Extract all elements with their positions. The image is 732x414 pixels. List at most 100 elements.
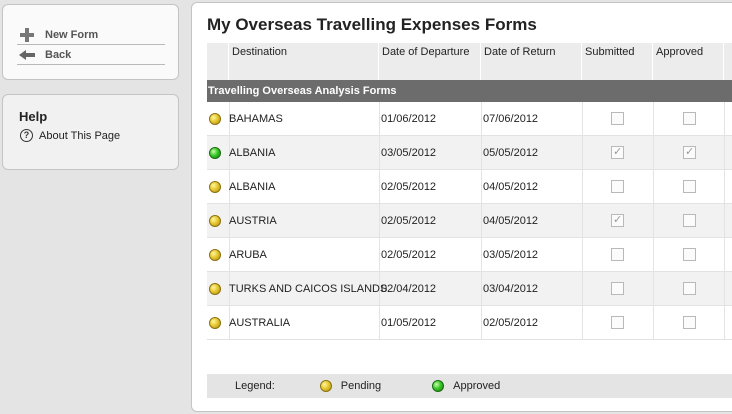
column-divider: [379, 204, 380, 238]
table-row[interactable]: BAHAMAS 01/06/2012 07/06/2012: [207, 102, 732, 136]
help-panel: Help ? About This Page: [2, 94, 179, 170]
about-this-page-label: About This Page: [39, 129, 121, 142]
approved-checkbox[interactable]: [683, 282, 696, 295]
legend-pending: Pending: [340, 380, 382, 392]
cell-departure: 01/05/2012: [381, 317, 437, 329]
column-divider: [724, 170, 725, 204]
cell-departure: 02/04/2012: [381, 283, 437, 295]
submitted-checkbox[interactable]: [611, 213, 624, 227]
approved-checkbox[interactable]: [683, 145, 696, 159]
header-approved[interactable]: Approved: [653, 43, 724, 80]
cell-destination[interactable]: TURKS AND CAICOS ISLANDS: [229, 272, 387, 306]
submitted-checkbox[interactable]: [611, 282, 624, 295]
question-icon: ?: [20, 129, 33, 142]
table-row[interactable]: ARUBA 02/05/2012 03/05/2012: [207, 238, 732, 272]
column-divider: [379, 102, 380, 136]
cell-return: 07/06/2012: [483, 113, 539, 125]
cell-destination[interactable]: BAHAMAS: [229, 102, 283, 136]
column-divider: [653, 238, 654, 272]
header-departure[interactable]: Date of Departure: [379, 43, 481, 80]
column-divider: [379, 170, 380, 204]
new-form-button[interactable]: New Form: [17, 26, 165, 45]
column-divider: [379, 238, 380, 272]
cell-departure: 03/05/2012: [381, 147, 437, 159]
group-header: Travelling Overseas Analysis Forms: [207, 80, 732, 102]
table-row[interactable]: AUSTRIA 02/05/2012 04/05/2012: [207, 204, 732, 238]
table-row[interactable]: AUSTRALIA 01/05/2012 02/05/2012: [207, 306, 732, 340]
column-divider: [582, 136, 583, 170]
submitted-checkbox[interactable]: [611, 112, 624, 125]
pending-dot-icon: [319, 380, 332, 392]
column-divider: [653, 102, 654, 136]
pending-status-icon: [209, 283, 221, 295]
column-divider: [582, 102, 583, 136]
cell-return: 03/05/2012: [483, 249, 539, 261]
cell-destination[interactable]: AUSTRALIA: [229, 306, 290, 340]
cell-destination[interactable]: ALBANIA: [229, 136, 275, 170]
column-divider: [481, 272, 482, 306]
column-divider: [653, 272, 654, 306]
column-divider: [724, 238, 725, 272]
back-label: Back: [45, 49, 72, 61]
column-divider: [724, 204, 725, 238]
cell-departure: 02/05/2012: [381, 181, 437, 193]
cell-destination[interactable]: AUSTRIA: [229, 204, 277, 238]
column-divider: [481, 170, 482, 204]
approved-checkbox[interactable]: [683, 248, 696, 261]
submitted-checkbox[interactable]: [611, 248, 624, 261]
table-header: Destination Date of Departure Date of Re…: [207, 43, 732, 80]
pending-status-icon: [209, 215, 221, 227]
column-divider: [481, 306, 482, 340]
submitted-checkbox[interactable]: [611, 180, 624, 193]
cell-departure: 01/06/2012: [381, 113, 437, 125]
back-button[interactable]: Back: [17, 46, 165, 65]
about-this-page-link[interactable]: ? About This Page: [20, 129, 120, 142]
legend-approved: Approved: [453, 380, 501, 392]
approved-dot-icon: [432, 380, 445, 392]
column-divider: [582, 170, 583, 204]
approved-status-icon: [209, 147, 221, 159]
legend: Legend: Pending Approved: [207, 374, 732, 398]
approved-checkbox[interactable]: [683, 316, 696, 329]
column-divider: [653, 204, 654, 238]
column-divider: [653, 306, 654, 340]
pending-status-icon: [209, 317, 221, 329]
pending-status-icon: [209, 181, 221, 193]
plus-icon: [19, 27, 35, 43]
table-row[interactable]: ALBANIA 03/05/2012 05/05/2012: [207, 136, 732, 170]
table-row[interactable]: TURKS AND CAICOS ISLANDS 02/04/2012 03/04/…: [207, 272, 732, 306]
table-body: BAHAMAS 01/06/2012 07/06/2012 ALBANIA 03/05/…: [207, 102, 732, 340]
approved-checkbox[interactable]: [683, 112, 696, 125]
cell-return: 04/05/2012: [483, 181, 539, 193]
cell-return: 05/05/2012: [483, 147, 539, 159]
header-destination[interactable]: Destination: [229, 43, 379, 80]
cell-departure: 02/05/2012: [381, 215, 437, 227]
column-divider: [481, 136, 482, 170]
pending-status-icon: [209, 113, 221, 125]
cell-return: 03/04/2012: [483, 283, 539, 295]
legend-label: Legend:: [235, 380, 275, 392]
column-divider: [481, 238, 482, 272]
header-return[interactable]: Date of Return: [481, 43, 582, 80]
cell-return: 04/05/2012: [483, 215, 539, 227]
cell-destination[interactable]: ARUBA: [229, 238, 267, 272]
approved-checkbox[interactable]: [683, 180, 696, 193]
column-divider: [724, 136, 725, 170]
main-panel: My Overseas Travelling Expenses Forms De…: [191, 2, 732, 412]
submitted-checkbox[interactable]: [611, 316, 624, 329]
approved-checkbox[interactable]: [683, 214, 696, 227]
column-divider: [653, 136, 654, 170]
new-form-label: New Form: [45, 29, 99, 41]
submitted-checkbox[interactable]: [611, 145, 624, 159]
column-divider: [724, 272, 725, 306]
table-row[interactable]: ALBANIA 02/05/2012 04/05/2012: [207, 170, 732, 204]
cell-return: 02/05/2012: [483, 317, 539, 329]
column-divider: [379, 306, 380, 340]
column-divider: [724, 102, 725, 136]
help-title: Help: [19, 109, 48, 124]
cell-destination[interactable]: ALBANIA: [229, 170, 275, 204]
column-divider: [653, 170, 654, 204]
pending-status-icon: [209, 249, 221, 261]
column-divider: [379, 136, 380, 170]
header-submitted[interactable]: Submitted: [582, 43, 653, 80]
